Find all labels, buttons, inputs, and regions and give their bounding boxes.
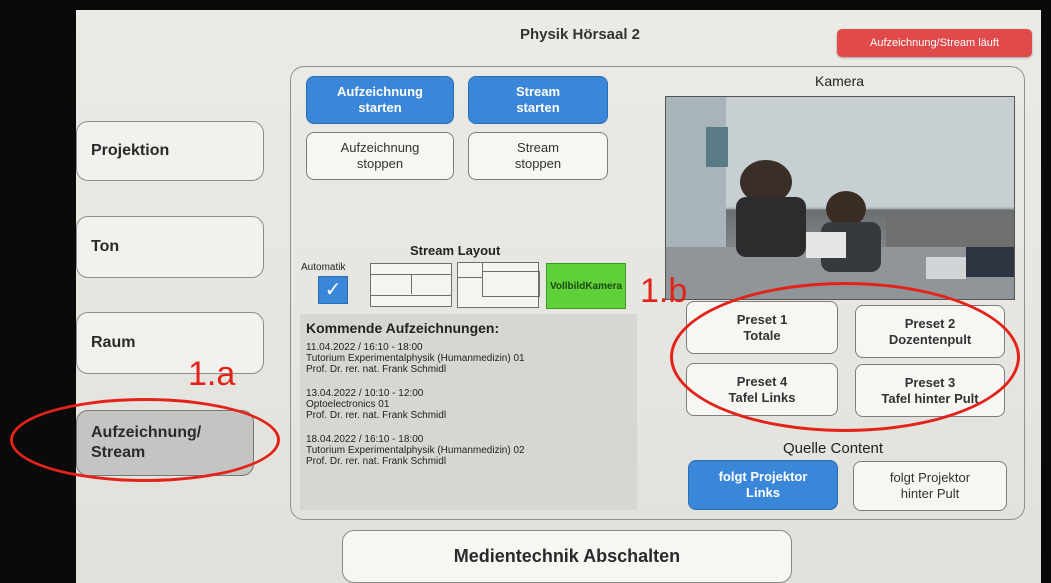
stop-recording-button[interactable]: Aufzeichnung stoppen bbox=[306, 132, 454, 180]
layout-fullscreen-camera-button[interactable]: VollbildKamera bbox=[546, 263, 626, 309]
recording-status-badge: Aufzeichnung/Stream läuft bbox=[837, 29, 1032, 57]
split-divider bbox=[411, 274, 412, 294]
layout-option-split[interactable] bbox=[370, 263, 452, 307]
list-item: 18.04.2022 / 16:10 - 18:00 Tutorium Expe… bbox=[306, 434, 525, 467]
nav-label: Raum bbox=[91, 334, 136, 351]
shutdown-media-button[interactable]: Medientechnik Abschalten bbox=[342, 530, 792, 583]
bezel-left bbox=[0, 0, 76, 583]
nav-label: Projektion bbox=[91, 142, 170, 159]
layout-option-pip[interactable] bbox=[457, 262, 540, 308]
pip-inset bbox=[458, 263, 483, 278]
automatik-label: Automatik bbox=[301, 262, 346, 273]
annotation-1b: 1.b bbox=[640, 272, 688, 310]
content-follow-projector-rear-button[interactable]: folgt Projektor hinter Pult bbox=[853, 461, 1007, 511]
upcoming-recordings-list: Kommende Aufzeichnungen: 11.04.2022 / 16… bbox=[300, 314, 637, 510]
start-recording-button[interactable]: Aufzeichnung starten bbox=[306, 76, 454, 124]
start-stream-button[interactable]: Stream starten bbox=[468, 76, 608, 124]
bezel-top bbox=[0, 0, 1051, 10]
pip-main bbox=[482, 271, 540, 297]
automatik-checkbox[interactable]: ✓ bbox=[318, 276, 348, 304]
nav-projektion[interactable]: Projektion bbox=[76, 121, 264, 181]
nav-label: Ton bbox=[91, 238, 120, 255]
annotation-1a: 1.a bbox=[188, 355, 236, 393]
list-item: 13.04.2022 / 10:10 - 12:00 Optoelectroni… bbox=[306, 388, 447, 421]
list-item: 11.04.2022 / 16:10 - 18:00 Tutorium Expe… bbox=[306, 342, 525, 375]
checkmark-icon: ✓ bbox=[324, 279, 342, 301]
nav-raum[interactable]: Raum bbox=[76, 312, 264, 374]
content-follow-projector-left-button[interactable]: folgt Projektor Links bbox=[688, 460, 838, 510]
camera-title: Kamera bbox=[815, 73, 865, 89]
nav-ton[interactable]: Ton bbox=[76, 216, 264, 278]
camera-preview bbox=[665, 96, 1015, 300]
stop-stream-button[interactable]: Stream stoppen bbox=[468, 132, 608, 180]
room-title: Physik Hörsaal 2 bbox=[519, 26, 641, 43]
device-frame: Physik Hörsaal 2 Aufzeichnung/Stream läu… bbox=[0, 0, 1051, 583]
stream-layout-title: Stream Layout bbox=[410, 243, 501, 258]
content-source-title: Quelle Content bbox=[783, 440, 884, 457]
annotation-ellipse-nav bbox=[10, 398, 280, 482]
shutdown-label: Medientechnik Abschalten bbox=[453, 546, 681, 566]
annotation-ellipse-presets bbox=[670, 282, 1020, 432]
bezel-right bbox=[1041, 0, 1051, 583]
upcoming-title: Kommende Aufzeichnungen: bbox=[306, 320, 500, 336]
camera-preview-picture bbox=[666, 97, 1014, 299]
